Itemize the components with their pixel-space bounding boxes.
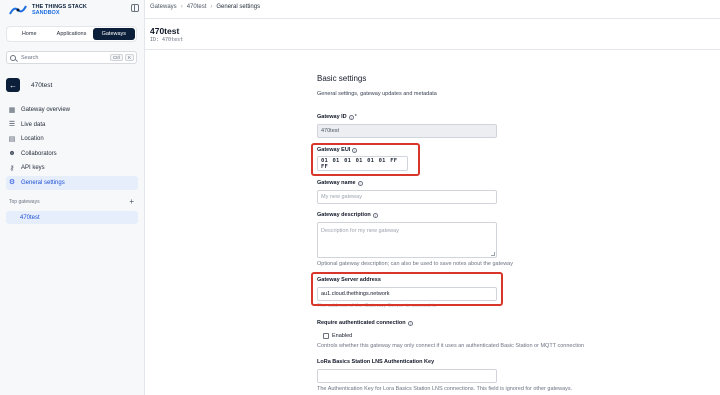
lns-hint: The Authentication Key for Lora Basics S… [317, 386, 573, 392]
map-icon: ▤ [8, 135, 16, 143]
sidebar-item-general-settings[interactable]: ⚙ General settings [6, 175, 138, 190]
info-icon[interactable]: i [348, 114, 354, 120]
page-title: 470test [150, 26, 180, 36]
breadcrumb: Gateways › 470test › General settings [150, 4, 260, 10]
top-gateway-item[interactable]: 470test [6, 211, 138, 224]
search-input[interactable]: Search Ctrl K [6, 51, 137, 64]
list-icon: ☰ [8, 121, 16, 129]
sidebar-item-label: Location [21, 136, 44, 143]
gateway-id-field[interactable]: 470test [317, 124, 497, 138]
gateway-id-label: Gateway ID i * [317, 114, 357, 120]
brand-logo[interactable]: THE THINGS STACK SANDBOX [8, 4, 87, 16]
sidebar-collapse-icon[interactable] [131, 4, 139, 12]
gateway-id-label-text: Gateway ID [317, 114, 347, 120]
lns-key-field[interactable] [317, 369, 497, 383]
top-gateways-heading: Top gateways [9, 199, 40, 205]
back-row: ← 470test [6, 78, 52, 92]
checkbox-icon[interactable] [323, 333, 329, 339]
overview-icon: ▦ [8, 106, 16, 114]
resize-handle-icon[interactable] [491, 252, 495, 256]
gateway-description-label: Gateway description i [317, 212, 378, 218]
page-id: ID: 470test [150, 37, 184, 43]
section-title: Basic settings [317, 74, 367, 83]
key-icon: ⚷ [9, 164, 15, 172]
auth-enabled-label: Enabled [332, 333, 353, 339]
chevron-right-icon: › [210, 4, 213, 10]
info-icon[interactable]: i [372, 212, 378, 218]
auth-connection-label: Require authenticated connection i [317, 320, 413, 326]
tab-applications[interactable]: Applications [50, 28, 92, 40]
sidebar-item-api-keys[interactable]: ⚷ API keys [6, 161, 138, 176]
gateway-name-field[interactable]: My new gateway [317, 190, 497, 204]
sidebar-item-collaborators[interactable]: ☻ Collaborators [6, 147, 138, 162]
shortcut-key-k: K [124, 54, 134, 61]
divider [145, 18, 720, 19]
breadcrumb-gateways[interactable]: Gateways [150, 4, 177, 10]
divider [145, 49, 720, 50]
breadcrumb-gateway[interactable]: 470test [187, 4, 207, 10]
tab-gateways[interactable]: Gateways [92, 28, 135, 40]
server-highlight-box [311, 272, 503, 306]
gear-icon: ⚙ [8, 179, 16, 187]
shortcut-key-ctrl: Ctrl [109, 54, 123, 61]
auth-hint: Controls whether this gateway may only c… [317, 343, 585, 349]
auth-connection-label-text: Require authenticated connection [317, 320, 406, 326]
tab-home[interactable]: Home [8, 28, 50, 40]
lns-key-label: LoRa Basics Station LNS Authentication K… [317, 359, 435, 365]
people-icon: ☻ [8, 150, 16, 158]
sidebar-item-label: API keys [21, 165, 45, 172]
gateway-name-label-text: Gateway name [317, 180, 356, 186]
main-nav-tabs: Home Applications Gateways [6, 26, 137, 42]
info-icon[interactable]: i [407, 320, 413, 326]
back-arrow-icon[interactable]: ← [6, 78, 20, 92]
brand-sub: SANDBOX [32, 10, 60, 16]
add-gateway-icon[interactable]: + [129, 198, 134, 206]
sidebar: THE THINGS STACK SANDBOX Home Applicatio… [0, 0, 145, 395]
section-subtitle: General settings, gateway updates and me… [317, 91, 437, 97]
required-marker: * [354, 114, 357, 120]
gateway-description-field[interactable]: Description for my new gateway [317, 222, 497, 258]
sidebar-item-label: General settings [21, 179, 65, 186]
current-gateway-name: 470test [31, 81, 53, 89]
description-hint: Optional gateway description; can also b… [317, 261, 513, 267]
top-gateways-header: Top gateways + [9, 198, 134, 206]
breadcrumb-current: General settings [216, 4, 261, 10]
eui-highlight-box [311, 143, 420, 176]
search-icon [10, 54, 16, 61]
gateway-description-label-text: Gateway description [317, 212, 371, 218]
sidebar-item-label: Live data [21, 121, 46, 128]
gateway-menu: ▦ Gateway overview ☰ Live data ▤ Locatio… [6, 103, 138, 190]
logo-icon [9, 5, 27, 15]
info-icon[interactable]: i [357, 180, 363, 186]
sidebar-item-location[interactable]: ▤ Location [6, 132, 138, 147]
chevron-right-icon: › [180, 4, 183, 10]
search-placeholder: Search [21, 54, 39, 61]
auth-enabled-checkbox[interactable]: Enabled [323, 333, 352, 339]
sidebar-item-label: Gateway overview [21, 107, 71, 114]
sidebar-item-gateway-overview[interactable]: ▦ Gateway overview [6, 103, 138, 118]
sidebar-item-live-data[interactable]: ☰ Live data [6, 118, 138, 133]
sidebar-item-label: Collaborators [21, 150, 57, 157]
gateway-name-label: Gateway name i [317, 180, 363, 186]
description-placeholder: Description for my new gateway [321, 228, 399, 234]
